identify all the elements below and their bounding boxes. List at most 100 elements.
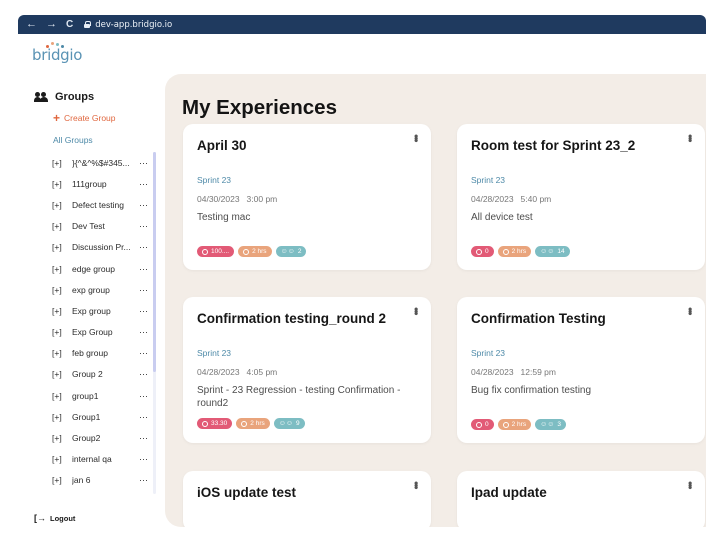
expand-icon[interactable]: [+] [52, 433, 66, 443]
expand-icon[interactable]: [+] [52, 412, 66, 422]
experience-card[interactable]: Room test for Sprint 23_2 ••• Sprint 23 04/… [457, 124, 705, 270]
back-button[interactable]: ← [26, 19, 37, 30]
page-title: My Experiences [182, 96, 337, 119]
expand-icon[interactable]: [+] [52, 327, 66, 337]
progress-value: 0 [485, 248, 489, 255]
more-options-icon[interactable]: ··· [139, 327, 148, 337]
members-badge: ☺☺ 9 [273, 418, 305, 429]
expand-icon[interactable]: [+] [52, 348, 66, 358]
create-group-button[interactable]: + Create Group [53, 112, 116, 124]
group-list-item[interactable]: [+] Exp Group ··· [52, 322, 152, 343]
experience-card[interactable]: Ipad update ••• [457, 471, 705, 527]
group-list-item[interactable]: [+] }{^&^%$#345... ··· [52, 152, 152, 173]
more-options-icon[interactable]: ··· [139, 433, 148, 443]
progress-value: 100.... [211, 248, 230, 255]
experience-description: Testing mac [197, 212, 251, 223]
members-badge: ☺☺ 14 [535, 246, 570, 257]
expand-icon[interactable]: [+] [52, 221, 66, 231]
group-name: }{^&^%$#345... [72, 157, 130, 168]
expand-icon[interactable]: [+] [52, 369, 66, 379]
group-list-scrollbar[interactable] [153, 152, 156, 494]
group-list-item[interactable]: [+] group1 ··· [52, 385, 152, 406]
more-options-icon[interactable]: ··· [139, 221, 148, 231]
reload-button[interactable]: C [66, 19, 73, 30]
group-list-item[interactable]: [+] feb group ··· [52, 343, 152, 364]
expand-icon[interactable]: [+] [52, 158, 66, 168]
more-options-icon[interactable]: ··· [139, 158, 148, 168]
kebab-menu-icon[interactable]: ••• [409, 307, 423, 314]
kebab-menu-icon[interactable]: ••• [409, 481, 423, 488]
expand-icon[interactable]: [+] [52, 179, 66, 189]
logout-button[interactable]: [→ Logout [34, 513, 75, 523]
more-options-icon[interactable]: ··· [139, 391, 148, 401]
progress-badge: 0 [471, 246, 494, 257]
expand-icon[interactable]: [+] [52, 200, 66, 210]
expand-icon[interactable]: [+] [52, 475, 66, 485]
group-list-item[interactable]: [+] 111group ··· [52, 173, 152, 194]
experience-card[interactable]: Confirmation Testing ••• Sprint 23 04/28/20… [457, 297, 705, 443]
sprint-link[interactable]: Sprint 23 [197, 348, 231, 358]
group-list-item[interactable]: [+] Discussion Pr... ··· [52, 237, 152, 258]
progress-badge: 0 [471, 419, 494, 430]
url-text: dev-app.bridgio.io [95, 19, 173, 30]
people-icon: ☺☺ [540, 421, 555, 428]
group-list-item[interactable]: [+] Group 2 ··· [52, 364, 152, 385]
group-list: [+]}{^&^%$#345... ··· [+] 111group ··· [+] Def… [52, 152, 152, 491]
group-list-item[interactable]: [+] Dev Test ··· [52, 216, 152, 237]
more-options-icon[interactable]: ··· [139, 264, 148, 274]
expand-icon[interactable]: [+] [52, 264, 66, 274]
more-options-icon[interactable]: ··· [139, 348, 148, 358]
expand-icon[interactable]: [+] [52, 391, 66, 401]
more-options-icon[interactable]: ··· [139, 475, 148, 485]
more-options-icon[interactable]: ··· [139, 242, 148, 252]
group-list-item[interactable]: [+] internal qa ··· [52, 449, 152, 470]
alarm-clock-icon [243, 248, 250, 255]
group-list-item[interactable]: [+] Group2 ··· [52, 427, 152, 448]
group-name: internal qa [72, 454, 112, 465]
expand-icon[interactable]: [+] [52, 306, 66, 316]
sprint-link[interactable]: Sprint 23 [471, 348, 505, 358]
gauge-icon [476, 248, 482, 255]
progress-value: 33.30 [211, 420, 228, 427]
experience-card[interactable]: iOS update test ••• [183, 471, 431, 527]
duration-badge: 2 hrs [236, 418, 270, 429]
groups-title: Groups [55, 91, 95, 103]
experience-card[interactable]: Confirmation testing_round 2 ••• Sprint 23… [183, 297, 431, 443]
sprint-link[interactable]: Sprint 23 [471, 175, 505, 185]
kebab-menu-icon[interactable]: ••• [683, 134, 697, 141]
all-groups-link[interactable]: All Groups [53, 135, 93, 145]
more-options-icon[interactable]: ··· [139, 369, 148, 379]
address-bar[interactable]: dev-app.bridgio.io [84, 20, 172, 30]
group-list-item[interactable]: [+] edge group ··· [52, 258, 152, 279]
experiences-panel: My Experiences April 30 ••• Sprint 23 04/30… [165, 74, 706, 527]
experience-card[interactable]: April 30 ••• Sprint 23 04/30/2023 3:00 pm Tes… [183, 124, 431, 270]
expand-icon[interactable]: [+] [52, 285, 66, 295]
app-window: bridgio Groups + Create Group All Groups… [18, 34, 706, 557]
kebab-menu-icon[interactable]: ••• [683, 481, 697, 488]
forward-button[interactable]: → [46, 19, 57, 30]
experience-title: Confirmation Testing [471, 311, 606, 326]
expand-icon[interactable]: [+] [52, 242, 66, 252]
scrollbar-thumb[interactable] [153, 152, 156, 372]
alarm-clock-icon [502, 421, 509, 428]
more-options-icon[interactable]: ··· [139, 306, 148, 316]
expand-icon[interactable]: [+] [52, 454, 66, 464]
group-list-item[interactable]: [+] exp group ··· [52, 279, 152, 300]
more-options-icon[interactable]: ··· [139, 200, 148, 210]
bridgio-logo[interactable]: bridgio [32, 42, 82, 64]
experience-time: 4:05 pm [246, 367, 278, 377]
group-list-item[interactable]: [+] Group1 ··· [52, 406, 152, 427]
experience-time: 5:40 pm [520, 194, 552, 204]
members-count: 3 [557, 421, 561, 428]
experience-badges: 33.30 2 hrs ☺☺ 9 [197, 418, 305, 429]
more-options-icon[interactable]: ··· [139, 454, 148, 464]
more-options-icon[interactable]: ··· [139, 179, 148, 189]
group-list-item[interactable]: [+] Exp group ··· [52, 300, 152, 321]
more-options-icon[interactable]: ··· [139, 412, 148, 422]
kebab-menu-icon[interactable]: ••• [409, 134, 423, 141]
group-list-item[interactable]: [+] Defect testing ··· [52, 194, 152, 215]
sprint-link[interactable]: Sprint 23 [197, 175, 231, 185]
kebab-menu-icon[interactable]: ••• [683, 307, 697, 314]
more-options-icon[interactable]: ··· [139, 285, 148, 295]
group-list-item[interactable]: [+] jan 6 ··· [52, 470, 152, 491]
